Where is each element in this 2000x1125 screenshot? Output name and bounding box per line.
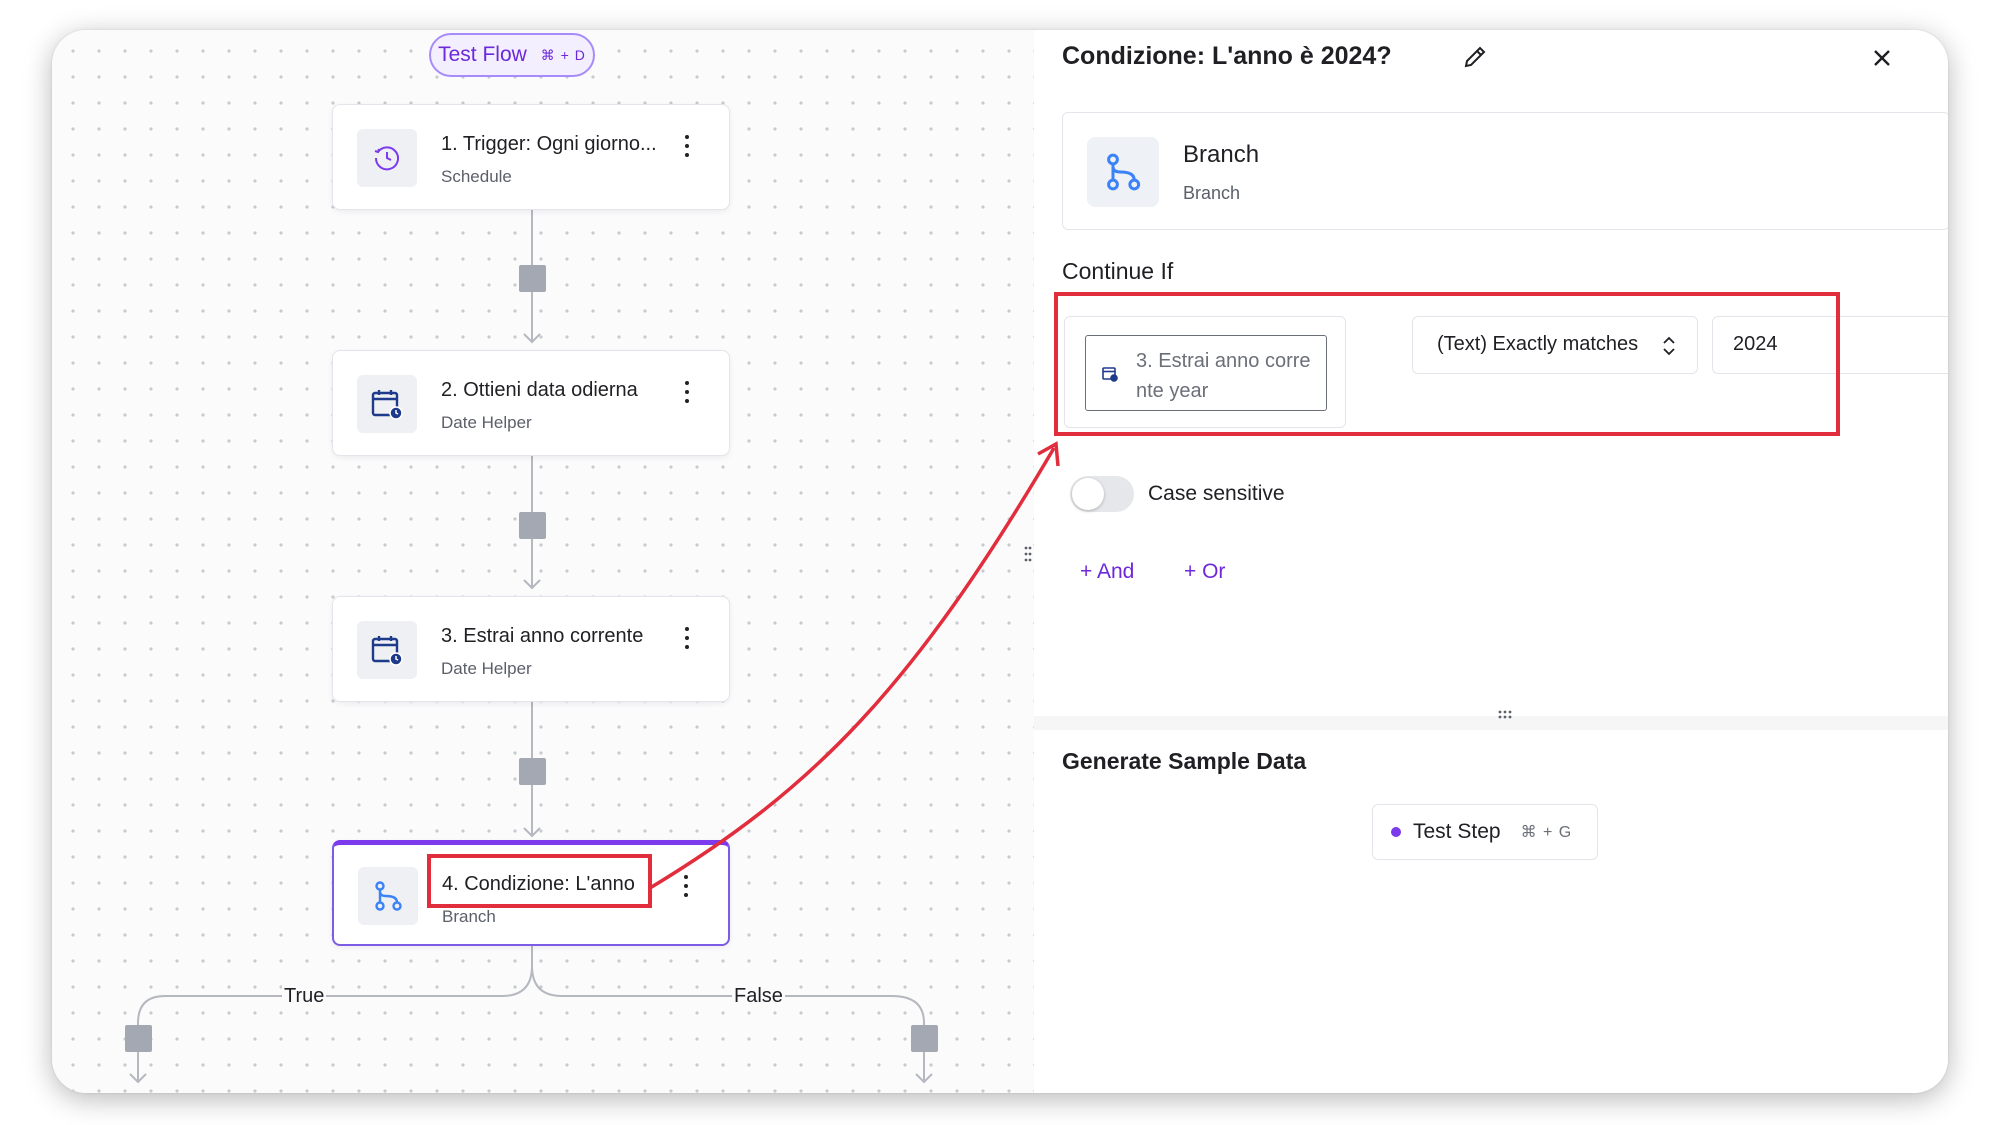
edit-pencil-icon[interactable] bbox=[1462, 44, 1488, 70]
step-subtitle: Schedule bbox=[441, 167, 512, 186]
step-card-date-today[interactable]: 2. Ottieni data odierna Date Helper bbox=[332, 350, 730, 456]
branch-icon bbox=[1087, 137, 1159, 207]
step-menu-icon[interactable] bbox=[677, 625, 697, 651]
branch-true-label: True bbox=[282, 985, 327, 1008]
test-flow-label: Test Flow bbox=[438, 43, 527, 66]
app-window: Test Flow ⌘ + D 1. Trigger: Ogni giorno.… bbox=[52, 30, 1948, 1093]
step-subtitle: Date Helper bbox=[441, 413, 532, 432]
add-or-button[interactable]: + Or bbox=[1184, 560, 1225, 584]
branch-false-label: False bbox=[732, 985, 785, 1008]
step-title: 1. Trigger: Ogni giorno... bbox=[441, 133, 657, 155]
step-menu-icon[interactable] bbox=[676, 873, 696, 899]
status-dot bbox=[1391, 827, 1401, 837]
test-step-button[interactable]: Test Step ⌘ + G bbox=[1372, 804, 1598, 860]
step-settings-panel: Condizione: L'anno è 2024? Branch Branch… bbox=[1034, 30, 1948, 1093]
piece-subtitle: Branch bbox=[1183, 183, 1241, 203]
calendar-clock-icon bbox=[1102, 367, 1118, 382]
data-reference-chip[interactable]: 3. Estrai anno corrente year bbox=[1085, 335, 1327, 411]
case-sensitive-label: Case sensitive bbox=[1148, 482, 1285, 505]
resize-handle-icon[interactable] bbox=[1496, 708, 1514, 722]
close-icon[interactable] bbox=[1868, 44, 1896, 72]
toggle-knob bbox=[1072, 478, 1104, 510]
add-and-button[interactable]: + And bbox=[1080, 560, 1134, 584]
add-step-button[interactable] bbox=[519, 265, 546, 292]
chevron-up-down-icon bbox=[1663, 336, 1675, 356]
clock-icon bbox=[357, 129, 417, 187]
chip-label: 3. Estrai anno corrente year bbox=[1136, 350, 1311, 402]
step-title: 2. Ottieni data odierna bbox=[441, 379, 638, 401]
piece-card: Branch Branch bbox=[1062, 112, 1948, 230]
add-step-button[interactable] bbox=[519, 512, 546, 539]
add-step-button[interactable] bbox=[911, 1025, 938, 1052]
calendar-clock-icon bbox=[357, 375, 417, 433]
panel-resize-handle-icon[interactable] bbox=[1022, 544, 1034, 564]
add-step-button[interactable] bbox=[125, 1025, 152, 1052]
piece-name: Branch bbox=[1183, 141, 1260, 168]
operator-select[interactable]: (Text) Exactly matches bbox=[1412, 316, 1698, 374]
panel-divider bbox=[1034, 716, 1948, 730]
test-flow-button[interactable]: Test Flow ⌘ + D bbox=[429, 33, 595, 77]
case-sensitive-toggle[interactable] bbox=[1070, 476, 1134, 512]
condition-second-value-input[interactable]: 2024 bbox=[1712, 316, 1948, 374]
step-subtitle: Date Helper bbox=[441, 659, 532, 678]
step-card-condition[interactable]: 4. Condizione: L'anno Branch bbox=[332, 840, 730, 946]
panel-title: Condizione: L'anno è 2024? bbox=[1062, 42, 1392, 70]
step-subtitle: Branch bbox=[442, 907, 496, 926]
test-step-label: Test Step bbox=[1413, 820, 1501, 843]
add-step-button[interactable] bbox=[519, 758, 546, 785]
calendar-clock-icon bbox=[357, 621, 417, 679]
step-menu-icon[interactable] bbox=[677, 379, 697, 405]
sample-data-title: Generate Sample Data bbox=[1062, 748, 1307, 774]
step-title: 4. Condizione: L'anno bbox=[442, 873, 635, 895]
condition-first-value[interactable]: 3. Estrai anno corrente year bbox=[1064, 316, 1346, 428]
step-title: 3. Estrai anno corrente bbox=[441, 625, 644, 647]
step-card-current-year[interactable]: 3. Estrai anno corrente Date Helper bbox=[332, 596, 730, 702]
step-menu-icon[interactable] bbox=[677, 133, 697, 159]
continue-if-label: Continue If bbox=[1062, 258, 1174, 284]
branch-icon bbox=[358, 867, 418, 925]
operator-value: (Text) Exactly matches bbox=[1437, 333, 1639, 355]
step-card-trigger[interactable]: 1. Trigger: Ogni giorno... Schedule bbox=[332, 104, 730, 210]
test-flow-shortcut: ⌘ + D bbox=[540, 46, 586, 63]
flow-canvas[interactable]: Test Flow ⌘ + D 1. Trigger: Ogni giorno.… bbox=[52, 30, 1034, 1093]
test-step-shortcut: ⌘ + G bbox=[1520, 824, 1573, 841]
